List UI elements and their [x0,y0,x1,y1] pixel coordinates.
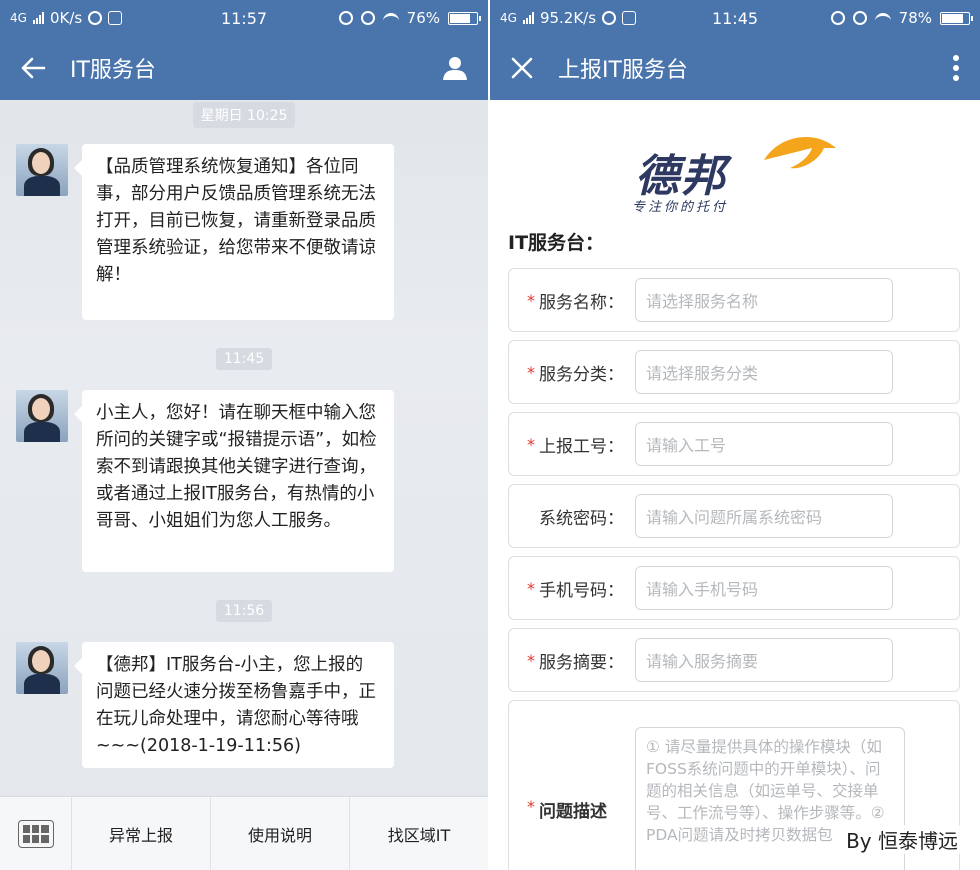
back-arrow-icon[interactable] [20,57,46,79]
required-mark: * [527,578,535,598]
battery-fill [450,13,470,23]
page-title: 上报IT服务台 [558,58,688,83]
message: 【德邦】IT服务台-小主，您上报的问题已经火速分拨至杨鲁嘉手中，正在玩儿命处理中… [16,642,488,768]
field-label: 问题描述 [539,802,607,822]
bottom-menu: 异常上报 使用说明 找区域IT [0,796,488,870]
field-service-name: * 服务名称： 请选择服务名称 [508,268,960,332]
logo-slogan: 专注你的托付 [632,200,729,215]
keyboard-icon [17,819,54,848]
avatar[interactable] [16,144,68,196]
avatar[interactable] [16,390,68,442]
status-bar: 4G 95.2K/s 11:45 78% [490,0,980,36]
service-category-select[interactable]: 请选择服务分类 [635,350,893,394]
battery-icon [448,11,481,25]
required-mark: * [527,434,535,454]
watermark: By 恒泰博远 [844,825,960,854]
report-screen: 4G 95.2K/s 11:45 78% 上报IT服务台 德邦 专注你的托付 I… [490,0,980,870]
field-label: 服务分类： [539,364,624,385]
logo-brand: 德邦 [635,151,727,202]
close-icon[interactable] [510,56,534,80]
required-mark: * [527,362,535,382]
battery-icon [940,11,973,25]
service-name-select[interactable]: 请选择服务名称 [635,278,893,322]
message: 【品质管理系统恢复通知】各位同事，部分用户反馈品质管理系统无法打开，目前已恢复，… [16,144,488,320]
message-bubble[interactable]: 【德邦】IT服务台-小主，您上报的问题已经火速分拨至杨鲁嘉手中，正在玩儿命处理中… [74,642,394,768]
logo-arrow-icon [764,136,836,169]
header: IT服务台 [0,36,488,100]
field-system-password: 系统密码： 请输入问题所属系统密码 [508,484,960,548]
required-mark: * [527,797,535,816]
field-employee-id: * 上报工号： 请输入工号 [508,412,960,476]
summary-input[interactable]: 请输入服务摘要 [635,638,893,682]
message-bubble[interactable]: 【品质管理系统恢复通知】各位同事，部分用户反馈品质管理系统无法打开，目前已恢复，… [74,144,394,320]
message-bubble[interactable]: 小主人，您好！请在聊天框中输入您所问的关键字或“报错提示语”，如检索不到请跟换其… [74,390,394,572]
message: 小主人，您好！请在聊天框中输入您所问的关键字或“报错提示语”，如检索不到请跟换其… [16,390,488,572]
keyboard-toggle[interactable] [0,797,72,870]
field-label: 上报工号： [539,436,624,457]
field-label: 系统密码： [539,508,624,529]
required-mark: * [527,650,535,670]
timestamp: 星期日 10:25 [0,102,488,128]
menu-regional-it[interactable]: 找区域IT [350,797,488,870]
field-label: 服务摘要： [539,652,624,673]
field-label: 手机号码： [539,580,624,601]
clock: 11:57 [220,8,268,28]
more-options-icon[interactable] [952,54,960,82]
form-title: IT服务台： [508,232,605,254]
profile-icon[interactable] [442,55,468,81]
battery-fill [942,13,963,23]
system-password-input[interactable]: 请输入问题所属系统密码 [635,494,893,538]
employee-id-input[interactable]: 请输入工号 [635,422,893,466]
header: 上报IT服务台 [490,36,980,100]
required-mark: * [527,290,535,310]
status-bar: 4G 0K/s 11:57 76% [0,0,488,36]
phone-input[interactable]: 请输入手机号码 [635,566,893,610]
menu-instructions[interactable]: 使用说明 [211,797,350,870]
avatar[interactable] [16,642,68,694]
chat-screen: 4G 0K/s 11:57 76% IT服务台 星期日 10:25 【品质管理系… [0,0,488,870]
page-title: IT服务台 [70,58,156,83]
menu-exception-report[interactable]: 异常上报 [72,797,211,870]
brand-logo: 德邦 专注你的托付 [490,100,980,220]
field-summary: * 服务摘要： 请输入服务摘要 [508,628,960,692]
timestamp: 11:45 [0,348,488,370]
chat-area[interactable]: 星期日 10:25 【品质管理系统恢复通知】各位同事，部分用户反馈品质管理系统无… [0,100,488,796]
timestamp: 11:56 [0,600,488,622]
field-service-category: * 服务分类： 请选择服务分类 [508,340,960,404]
clock: 11:45 [711,8,759,28]
field-phone: * 手机号码： 请输入手机号码 [508,556,960,620]
field-label: 服务名称： [539,292,624,313]
